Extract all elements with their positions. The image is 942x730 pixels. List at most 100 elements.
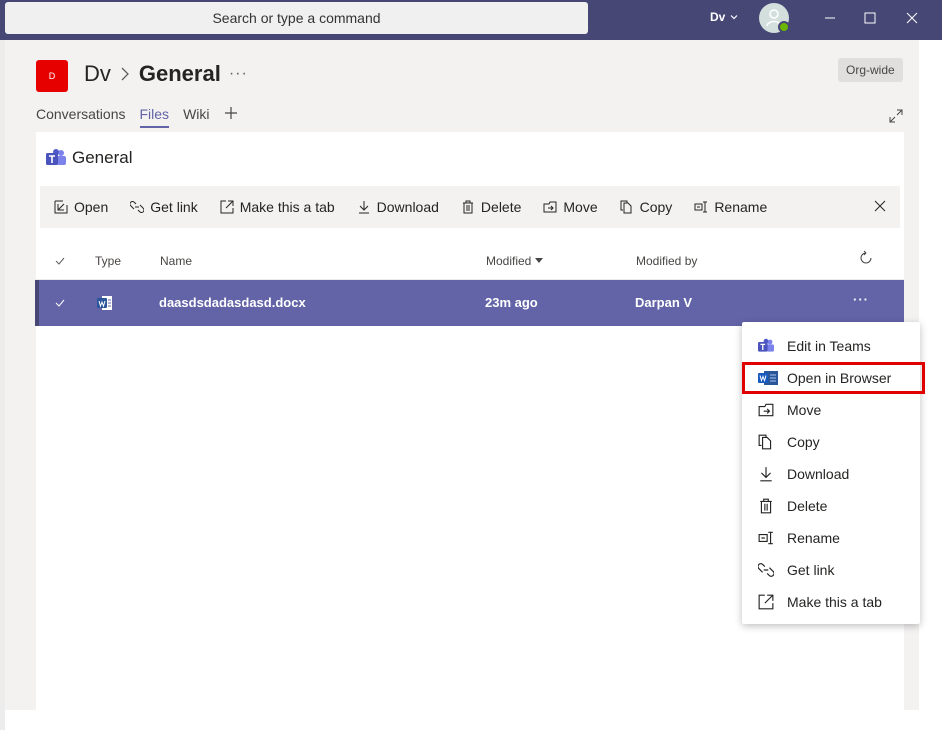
file-name[interactable]: daasdsdadasdasd.docx	[159, 295, 306, 310]
menu-item-label: Edit in Teams	[787, 338, 871, 354]
menu-item-label: Get link	[787, 562, 835, 578]
presence-available-icon	[778, 21, 790, 33]
external-link-icon	[220, 200, 234, 214]
rename-icon	[758, 531, 773, 545]
teams-icon	[758, 338, 774, 352]
chevron-down-icon	[730, 15, 738, 20]
external-link-icon	[758, 594, 774, 610]
chevron-right-icon	[121, 67, 129, 81]
menu-item-label: Move	[787, 402, 822, 418]
menu-item-label: Download	[787, 466, 850, 482]
tab-files[interactable]: Files	[139, 106, 170, 128]
expand-icon[interactable]	[888, 108, 904, 124]
refresh-icon[interactable]	[858, 250, 874, 266]
move-icon	[543, 201, 557, 213]
rename-button[interactable]: Rename	[694, 199, 767, 215]
sort-down-icon	[535, 258, 544, 263]
title-bar: Search or type a command Dv	[0, 0, 942, 40]
trash-icon	[760, 498, 772, 514]
menu-item-move[interactable]: Move	[742, 394, 920, 426]
trash-icon	[462, 200, 473, 214]
close-icon[interactable]	[872, 198, 888, 214]
teams-icon	[46, 149, 66, 165]
menu-item-label: Rename	[787, 530, 840, 546]
menu-item-copy[interactable]: Copy	[742, 426, 920, 458]
breadcrumb: Dv General ···	[84, 58, 248, 90]
move-label: Move	[563, 199, 598, 215]
highlight-box	[742, 362, 925, 394]
open-label: Open	[74, 199, 109, 215]
copy-label: Copy	[639, 199, 673, 215]
org-wide-badge: Org-wide	[838, 58, 903, 82]
panel-title: General	[72, 148, 133, 167]
search-box[interactable]: Search or type a command	[5, 2, 588, 34]
delete-button[interactable]: Delete	[461, 199, 521, 215]
column-modified-by[interactable]: Modified by	[636, 254, 697, 268]
move-icon	[758, 403, 774, 417]
tab-conversations[interactable]: Conversations	[36, 106, 126, 126]
maximize-button[interactable]	[860, 8, 880, 28]
search-placeholder: Search or type a command	[212, 10, 381, 26]
open-button[interactable]: Open	[54, 199, 108, 215]
menu-item-rename[interactable]: Rename	[742, 522, 920, 554]
checkmark-icon[interactable]	[54, 255, 66, 267]
menu-item-download[interactable]: Download	[742, 458, 920, 490]
make-tab-button[interactable]: Make this a tab	[220, 199, 335, 215]
menu-item-label: Delete	[787, 498, 828, 514]
breadcrumb-team[interactable]: Dv	[84, 61, 111, 87]
rename-icon	[694, 201, 708, 213]
table-header: Type Name Modified Modified by	[36, 240, 904, 280]
maximize-icon	[864, 12, 876, 24]
move-button[interactable]: Move	[543, 199, 598, 215]
menu-item-make-tab[interactable]: Make this a tab	[742, 586, 920, 618]
download-icon	[760, 467, 772, 482]
column-modified-label: Modified	[486, 254, 532, 268]
close-window-button[interactable]	[902, 8, 922, 28]
column-modified[interactable]: Modified	[486, 254, 544, 268]
more-options-button[interactable]: ···	[229, 65, 248, 83]
menu-item-label: Copy	[787, 434, 820, 450]
minimize-icon	[825, 17, 835, 19]
rename-label: Rename	[714, 199, 768, 215]
make-tab-label: Make this a tab	[239, 199, 335, 215]
tab-wiki[interactable]: Wiki	[183, 106, 209, 126]
word-file-icon	[97, 296, 112, 310]
column-name[interactable]: Name	[160, 254, 192, 268]
menu-item-delete[interactable]: Delete	[742, 490, 920, 522]
checkmark-icon[interactable]	[54, 297, 66, 309]
org-wide-label: Org-wide	[846, 63, 895, 77]
channel-tabs: Conversations Files Wiki	[36, 106, 238, 130]
command-bar: Open Get link Make this a tab Download D…	[40, 186, 900, 228]
team-avatar: D	[36, 60, 68, 92]
page-title: General	[138, 61, 221, 86]
get-link-label: Get link	[150, 199, 198, 215]
copy-icon	[620, 200, 632, 214]
menu-item-label: Make this a tab	[787, 594, 882, 610]
get-link-button[interactable]: Get link	[130, 199, 198, 215]
selection-indicator	[35, 280, 39, 326]
team-avatar-text: D	[48, 71, 56, 81]
minimize-button[interactable]	[820, 8, 840, 28]
column-type[interactable]: Type	[95, 254, 121, 268]
download-icon	[358, 201, 369, 214]
menu-item-get-link[interactable]: Get link	[742, 554, 920, 586]
download-label: Download	[376, 199, 439, 215]
copy-button[interactable]: Copy	[620, 199, 673, 215]
user-menu[interactable]: Dv	[710, 10, 739, 24]
link-icon	[758, 563, 774, 577]
row-more-button[interactable]: ···	[853, 292, 869, 307]
menu-item-edit-in-teams[interactable]: Edit in Teams	[742, 330, 920, 362]
open-icon	[54, 200, 68, 214]
download-button[interactable]: Download	[357, 199, 439, 215]
delete-label: Delete	[480, 199, 522, 215]
file-modified: 23m ago	[485, 295, 538, 310]
copy-icon	[758, 434, 772, 450]
link-icon	[130, 201, 145, 213]
panel-header: General	[46, 148, 132, 168]
file-modified-by: Darpan V	[635, 295, 693, 310]
close-icon	[906, 12, 918, 24]
table-row[interactable]: daasdsdadasdasd.docx 23m ago Darpan V ··…	[35, 280, 904, 326]
add-tab-icon[interactable]	[224, 106, 238, 120]
user-label: Dv	[710, 10, 726, 24]
teams-window: Search or type a command Dv D Dv General…	[0, 0, 942, 730]
